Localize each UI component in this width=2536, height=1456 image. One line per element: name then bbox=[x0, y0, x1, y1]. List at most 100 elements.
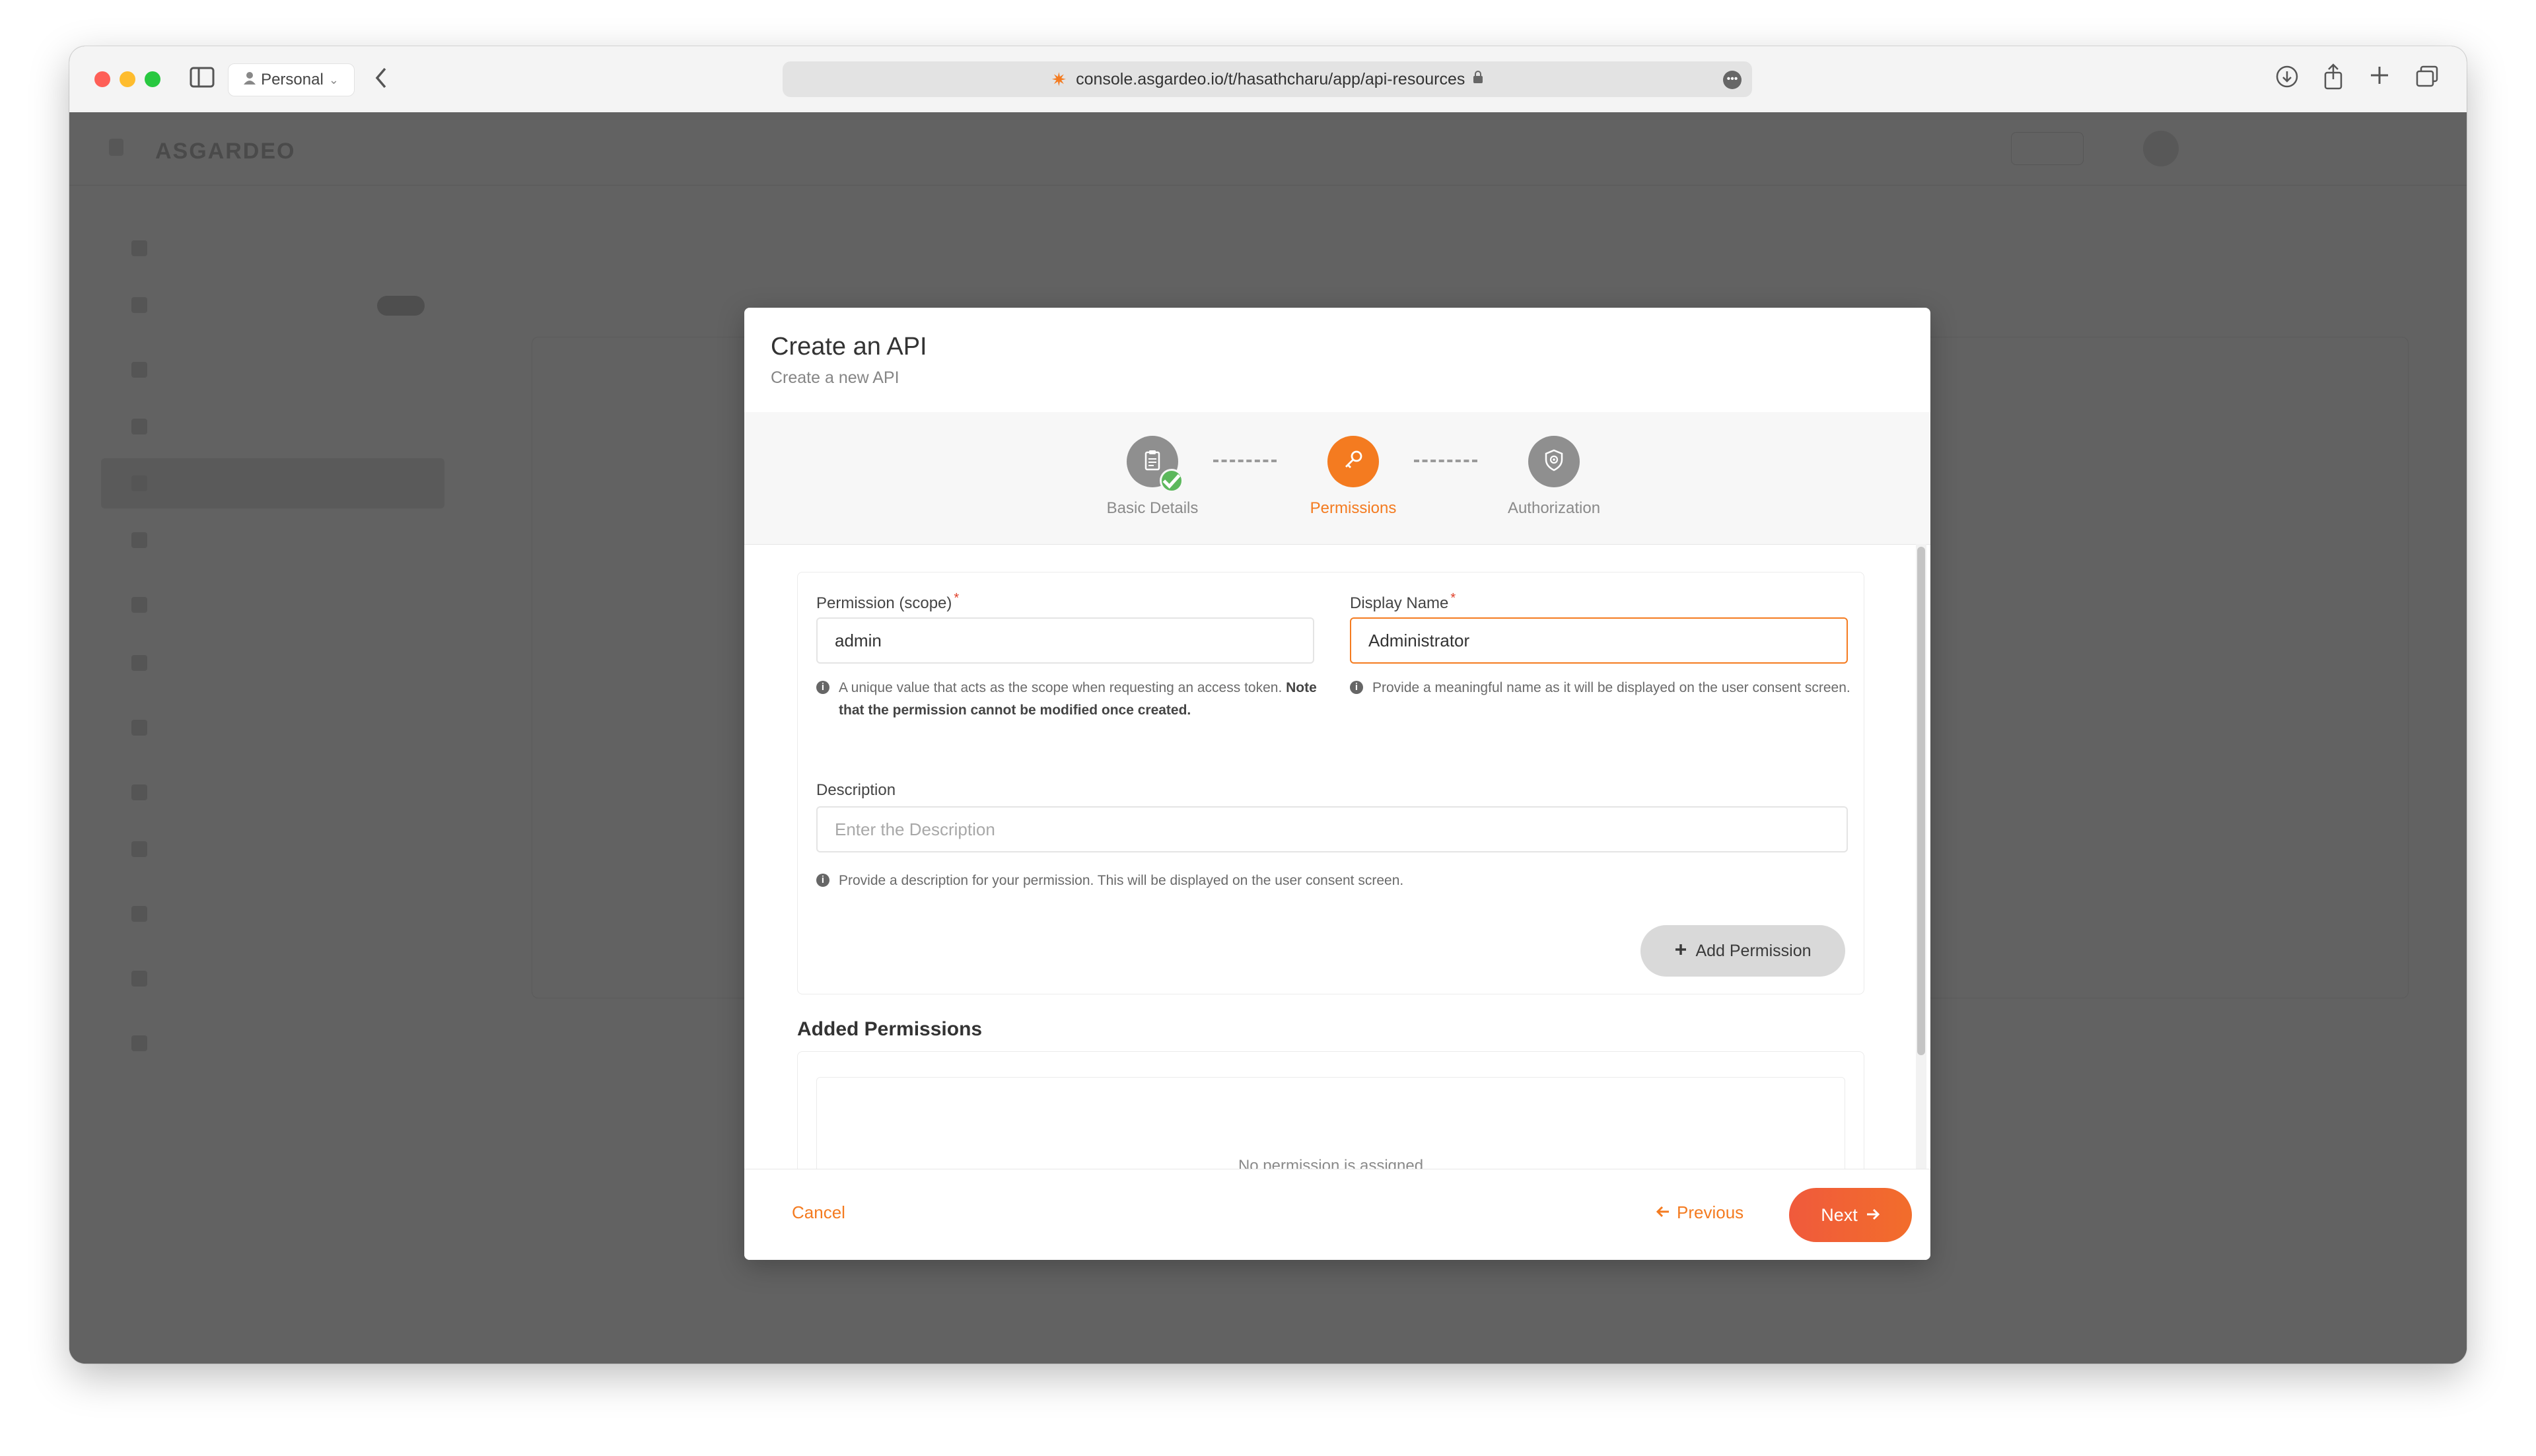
browser-toolbar: Personal ⌄ ✷ console.asgardeo.io/t/hasat… bbox=[69, 46, 2467, 113]
modal-footer: Cancel Previous Next bbox=[744, 1169, 1930, 1260]
organizations-icon bbox=[131, 720, 147, 736]
modal-subtitle: Create a new API bbox=[771, 368, 899, 387]
modal-body: Permission (scope)* i A unique value tha… bbox=[744, 544, 1930, 1169]
info-icon: i bbox=[1350, 681, 1363, 694]
sidebar-item-connections bbox=[101, 401, 444, 452]
avatar bbox=[2143, 131, 2179, 166]
sidebar-item-login-registration bbox=[101, 767, 444, 817]
check-icon bbox=[1160, 469, 1183, 493]
download-icon[interactable] bbox=[2275, 65, 2299, 92]
sidebar-toggle-icon[interactable] bbox=[190, 66, 215, 92]
branding-icon bbox=[131, 532, 147, 548]
app-logo: ASGARDEO bbox=[155, 139, 296, 164]
minimize-window-button[interactable] bbox=[120, 71, 135, 87]
step-authorization[interactable]: Authorization bbox=[1475, 436, 1633, 518]
sidebar-item-home bbox=[101, 223, 444, 273]
cancel-button[interactable]: Cancel bbox=[792, 1202, 845, 1223]
step-circle bbox=[1127, 436, 1183, 493]
display-name-label-text: Display Name bbox=[1350, 594, 1449, 612]
step-basic-details[interactable]: Basic Details bbox=[1073, 436, 1232, 518]
step-permissions[interactable]: Permissions bbox=[1274, 436, 1432, 518]
add-permission-label: Add Permission bbox=[1695, 941, 1812, 960]
new-tab-icon[interactable] bbox=[2369, 65, 2390, 90]
step-connector bbox=[1213, 460, 1277, 462]
display-name-hint-text: Provide a meaningful name as it will be … bbox=[1372, 680, 1850, 695]
permission-form-card: Permission (scope)* i A unique value tha… bbox=[797, 572, 1864, 994]
plus-icon bbox=[1674, 942, 1687, 961]
users-icon bbox=[131, 597, 147, 613]
tab-overview-icon[interactable] bbox=[2415, 65, 2439, 92]
scrollbar-thumb[interactable] bbox=[1917, 547, 1925, 1055]
upgrade-button bbox=[2011, 132, 2084, 165]
display-name-label: Display Name * bbox=[1350, 591, 1456, 613]
step-label: Basic Details bbox=[1106, 499, 1199, 517]
sidebar-item-email-sms bbox=[101, 824, 444, 874]
api-icon bbox=[131, 475, 147, 491]
add-permission-button[interactable]: Add Permission bbox=[1640, 925, 1845, 977]
login-icon bbox=[131, 784, 147, 800]
person-icon bbox=[244, 71, 256, 89]
chevron-down-icon: ⌄ bbox=[328, 73, 339, 87]
address-bar[interactable]: ✷ console.asgardeo.io/t/hasathcharu/app/… bbox=[783, 61, 1752, 97]
modal-header: Create an API Create a new API bbox=[744, 308, 1930, 413]
sidebar-item-user-attributes bbox=[101, 638, 444, 688]
step-circle bbox=[1528, 436, 1580, 487]
browser-window: Personal ⌄ ✷ console.asgardeo.io/t/hasat… bbox=[69, 46, 2467, 1364]
modal-title: Create an API bbox=[771, 333, 927, 361]
display-name-input[interactable] bbox=[1350, 617, 1848, 664]
step-label: Permissions bbox=[1310, 499, 1397, 517]
back-arrow-icon[interactable] bbox=[373, 66, 389, 94]
sidebar-item-insights bbox=[101, 280, 444, 330]
sidebar-item-administrators bbox=[101, 953, 444, 1004]
step-circle bbox=[1327, 436, 1379, 487]
email-icon bbox=[131, 841, 147, 857]
next-button[interactable]: Next bbox=[1789, 1188, 1912, 1242]
description-input[interactable] bbox=[816, 806, 1848, 852]
events-icon bbox=[131, 1035, 147, 1051]
sidebar bbox=[69, 185, 452, 1364]
description-hint: i Provide a description for your permiss… bbox=[816, 870, 1847, 892]
arrow-left-icon bbox=[1656, 1202, 1670, 1223]
previous-button[interactable]: Previous bbox=[1656, 1202, 1744, 1223]
home-icon bbox=[131, 240, 147, 256]
attributes-icon bbox=[131, 655, 147, 671]
arrow-right-icon bbox=[1866, 1205, 1880, 1226]
display-name-hint: i Provide a meaningful name as it will b… bbox=[1350, 677, 1852, 699]
sidebar-item-organizations bbox=[101, 703, 444, 753]
previous-label: Previous bbox=[1677, 1202, 1744, 1222]
shield-icon bbox=[1541, 448, 1567, 476]
more-options-icon[interactable]: ••• bbox=[1723, 71, 1742, 89]
lock-icon bbox=[1473, 71, 1483, 88]
create-api-modal: Create an API Create a new API Basic Det… bbox=[744, 308, 1930, 1260]
added-permissions-title: Added Permissions bbox=[797, 1018, 983, 1040]
wizard-steps: Basic Details Permissions Authorization bbox=[744, 412, 1930, 545]
scope-hint: i A unique value that acts as the scope … bbox=[816, 677, 1318, 722]
sidebar-item-api-resources bbox=[101, 458, 444, 508]
applications-icon bbox=[131, 362, 147, 378]
share-icon[interactable] bbox=[2323, 63, 2344, 94]
added-permissions-list: No permission is assigned bbox=[816, 1077, 1845, 1169]
zoom-window-button[interactable] bbox=[145, 71, 160, 87]
logs-icon bbox=[131, 906, 147, 922]
description-label: Description bbox=[816, 781, 896, 799]
sidebar-item-branding bbox=[101, 515, 444, 565]
connections-icon bbox=[131, 419, 147, 434]
scope-hint-text: A unique value that acts as the scope wh… bbox=[839, 680, 1283, 695]
asgardeo-favicon-icon: ✷ bbox=[1051, 69, 1067, 90]
sidebar-item-applications bbox=[101, 345, 444, 395]
admin-icon bbox=[131, 971, 147, 987]
close-window-button[interactable] bbox=[94, 71, 110, 87]
key-icon bbox=[1341, 448, 1366, 476]
url-text: console.asgardeo.io/t/hasathcharu/app/ap… bbox=[1076, 69, 1465, 88]
added-permissions-card: No permission is assigned bbox=[797, 1051, 1864, 1169]
profile-selector[interactable]: Personal ⌄ bbox=[228, 63, 355, 96]
description-hint-text: Provide a description for your permissio… bbox=[839, 873, 1404, 888]
scope-label-text: Permission (scope) bbox=[816, 594, 952, 612]
scope-input[interactable] bbox=[816, 617, 1314, 664]
scope-label: Permission (scope) * bbox=[816, 591, 959, 613]
sidebar-item-events bbox=[101, 1018, 444, 1068]
new-badge bbox=[377, 296, 425, 316]
step-connector bbox=[1414, 460, 1477, 462]
required-asterisk: * bbox=[954, 591, 960, 606]
next-label: Next bbox=[1821, 1204, 1858, 1225]
